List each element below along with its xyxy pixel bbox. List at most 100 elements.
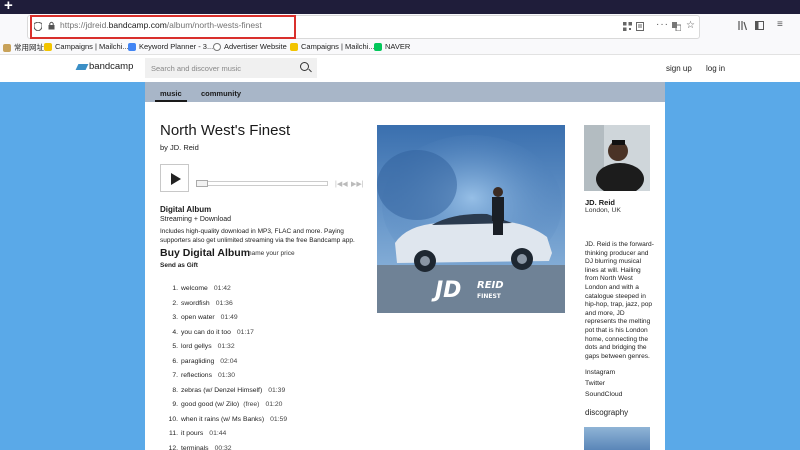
artist-photo[interactable] — [584, 125, 650, 191]
bookmarks-bar: 常用网址 Campaigns | Mailchi... Keyword Plan… — [0, 40, 800, 55]
tab-music[interactable]: music — [160, 89, 182, 98]
instagram-link[interactable]: Instagram — [585, 369, 615, 376]
menu-icon[interactable]: ≡ — [777, 20, 783, 30]
track-free-badge[interactable]: (free) — [243, 401, 259, 408]
bandcamp-logo[interactable]: bandcamp — [75, 61, 133, 72]
track-row[interactable]: 5. lord gellys 01:32 — [160, 343, 235, 350]
artist-bio: JD. Reid is the forward-thinking produce… — [585, 241, 654, 360]
qr-code-icon[interactable] — [623, 22, 632, 33]
track-title[interactable]: reflections — [181, 372, 212, 379]
search-icon[interactable] — [300, 62, 309, 71]
browser-nav-bar: https://jdreid.bandcamp.com/album/north-… — [0, 14, 800, 40]
search-input[interactable]: Search and discover music — [145, 58, 317, 78]
track-row[interactable]: 4. you can do it too 01:17 — [160, 329, 254, 336]
send-as-gift-link[interactable]: Send as Gift — [160, 262, 198, 269]
track-number: 12. — [168, 444, 178, 450]
album-title: North West's Finest — [160, 122, 291, 139]
album-artist-byline[interactable]: by JD. Reid — [160, 143, 199, 152]
track-row[interactable]: 2. swordfish 01:36 — [160, 300, 232, 307]
track-number: 9. — [172, 401, 178, 408]
artist-location: London, UK — [585, 207, 621, 214]
track-duration: 01:39 — [268, 386, 286, 394]
translate-icon[interactable] — [672, 22, 682, 33]
track-duration: 00:32 — [214, 444, 232, 450]
reader-view-icon[interactable] — [636, 22, 644, 33]
playback-progress-bar[interactable] — [196, 180, 328, 187]
format-subtitle: Streaming + Download — [160, 216, 232, 223]
track-title[interactable]: when it rains (w/ Ms Banks) — [181, 416, 264, 423]
track-row[interactable]: 6. paragliding 02:04 — [160, 358, 237, 365]
track-row[interactable]: 7. reflections 01:30 — [160, 372, 235, 379]
track-number: 7. — [172, 372, 178, 379]
folder-icon — [3, 43, 11, 52]
track-title[interactable]: open water — [181, 314, 215, 321]
bookmark-item[interactable]: 常用网址 — [3, 42, 44, 53]
google-ads-icon — [128, 42, 136, 51]
track-row[interactable]: 10. when it rains (w/ Ms Banks) 01:59 — [160, 415, 288, 423]
track-number: 11. — [169, 430, 178, 437]
track-duration: 01:59 — [270, 415, 288, 423]
track-row[interactable]: 3. open water 01:49 — [160, 314, 237, 321]
track-title[interactable]: good good (w/ Zilo) — [181, 401, 239, 408]
artist-photo-image — [584, 125, 650, 191]
bookmark-item[interactable]: NAVER — [374, 42, 410, 51]
track-title[interactable]: welcome — [181, 285, 208, 292]
track-number: 10. — [168, 415, 178, 423]
discography-heading: discography — [585, 408, 629, 417]
track-title[interactable]: it pours — [181, 430, 203, 437]
soundcloud-link[interactable]: SoundCloud — [585, 391, 622, 398]
track-title[interactable]: paragliding — [181, 358, 214, 365]
track-title[interactable]: you can do it too — [181, 329, 231, 336]
album-art[interactable]: JD REID FINEST — [377, 125, 565, 313]
bandcamp-logo-icon — [75, 63, 89, 70]
play-button[interactable] — [160, 164, 189, 192]
bookmark-item[interactable]: Campaigns | Mailchi... — [44, 42, 129, 51]
track-title[interactable]: zebras (w/ Denzel Himself) — [181, 387, 262, 394]
format-title[interactable]: Digital Album — [160, 205, 211, 214]
artist-nav-band: music community — [145, 82, 665, 102]
artist-name[interactable]: JD. Reid — [585, 198, 615, 207]
track-title[interactable]: swordfish — [181, 300, 210, 307]
bookmark-item[interactable]: Campaigns | Mailchi... — [290, 42, 375, 51]
new-tab-icon[interactable]: + — [4, 0, 13, 15]
discography-thumbnail[interactable] — [584, 427, 650, 450]
shield-icon[interactable] — [33, 21, 43, 33]
track-duration: 01:44 — [209, 430, 227, 437]
track-title[interactable]: terminals — [181, 445, 209, 450]
login-link[interactable]: log in — [706, 64, 725, 73]
track-row[interactable]: 9. good good (w/ Zilo) (free) 01:20 — [160, 401, 282, 408]
tab-community[interactable]: community — [201, 89, 241, 98]
track-duration: 01:20 — [265, 401, 283, 408]
signup-link[interactable]: sign up — [666, 64, 692, 73]
lock-icon[interactable] — [48, 21, 55, 32]
track-row[interactable]: 8. zebras (w/ Denzel Himself) 01:39 — [160, 387, 285, 394]
next-track-icon[interactable]: ▶▶| — [351, 180, 364, 188]
twitter-link[interactable]: Twitter — [585, 380, 605, 387]
sidebar-icon[interactable] — [755, 21, 764, 32]
bookmark-item[interactable]: Keyword Planner - 3... — [128, 42, 213, 51]
progress-knob[interactable] — [196, 180, 208, 187]
track-duration: 01:30 — [217, 372, 235, 379]
naver-icon — [374, 42, 382, 51]
track-duration: 01:32 — [217, 343, 235, 350]
track-row[interactable]: 12. terminals 00:32 — [160, 445, 232, 450]
track-title[interactable]: lord gellys — [181, 343, 212, 350]
more-options-icon[interactable]: ··· — [656, 20, 669, 30]
art-logo-jd: JD — [431, 278, 461, 303]
track-row[interactable]: 1. welcome 01:42 — [160, 285, 231, 292]
mailchimp-icon — [44, 42, 52, 51]
library-icon[interactable] — [738, 21, 748, 32]
browser-tab-bar: + — [0, 0, 800, 14]
album-art-image: JD REID FINEST — [377, 125, 565, 313]
track-number: 3. — [172, 314, 178, 321]
bookmark-item[interactable]: Advertiser Website — [213, 42, 287, 51]
track-duration: 01:17 — [236, 328, 254, 336]
site-header: bandcamp Search and discover music sign … — [0, 55, 800, 82]
track-number: 4. — [172, 328, 178, 336]
buy-digital-album-button[interactable]: Buy Digital Album — [160, 247, 250, 259]
format-description: Includes high-quality download in MP3, F… — [160, 228, 355, 244]
art-logo-reid: REID — [477, 280, 504, 291]
track-row[interactable]: 11. it pours 01:44 — [160, 430, 226, 437]
bookmark-star-icon[interactable]: ☆ — [686, 21, 695, 31]
previous-track-icon[interactable]: |◀◀ — [335, 180, 348, 188]
